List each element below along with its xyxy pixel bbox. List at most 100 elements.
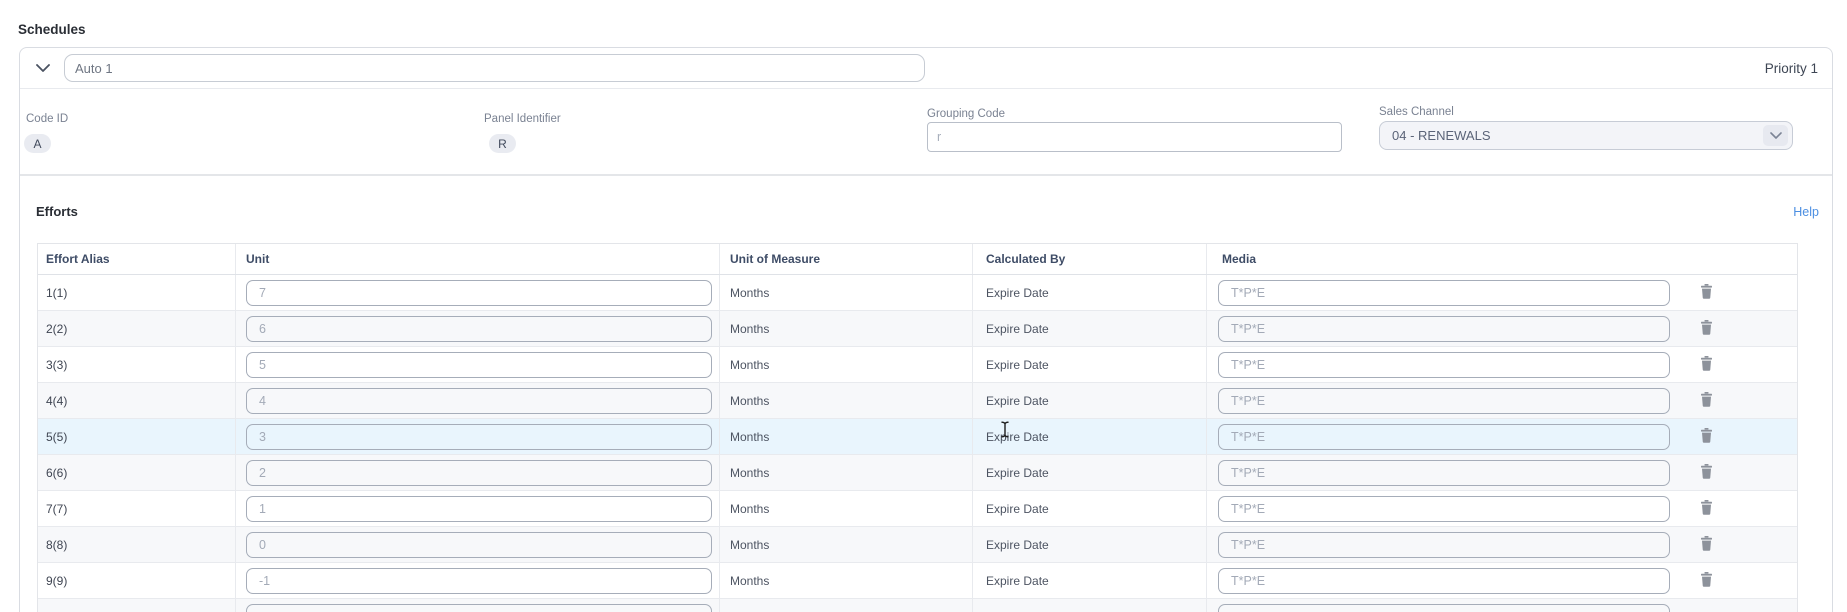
panel-identifier-badge: R [489,134,516,153]
calculated-by-cell: Expire Date [973,275,1207,310]
code-id-label: Code ID [24,113,68,126]
trash-icon [1700,500,1713,518]
delete-row-button[interactable] [1700,356,1713,374]
table-row: 6(6) Months Expire Date [38,455,1797,491]
effort-alias-cell: 8(8) [38,527,236,562]
media-input[interactable] [1218,316,1670,342]
media-cell [1207,455,1799,490]
calculated-by-cell: Expire Date [973,455,1207,490]
column-header-effort-alias: Effort Alias [38,244,236,274]
table-row: 4(4) Months Expire Date [38,383,1797,419]
media-cell [1207,275,1799,310]
delete-row-button[interactable] [1700,320,1713,338]
effort-alias-cell: 9(9) [38,563,236,598]
media-input[interactable] [1218,280,1670,306]
help-link[interactable]: Help [1793,205,1819,219]
delete-row-button[interactable] [1700,392,1713,410]
sales-channel-select[interactable]: 04 - RENEWALS [1379,121,1793,150]
media-input[interactable] [1218,352,1670,378]
unit-of-measure-cell: Months [720,491,973,526]
media-input[interactable] [1218,604,1670,612]
effort-alias-cell [38,599,236,612]
schedule-name-input[interactable] [64,54,925,82]
trash-icon [1700,428,1713,446]
unit-input[interactable] [246,496,712,522]
media-cell [1207,563,1799,598]
unit-input[interactable] [246,424,712,450]
grouping-code-input[interactable] [927,122,1342,152]
delete-row-button[interactable] [1700,500,1713,518]
schedule-fields: Code ID A Panel Identifier R Grouping Co… [20,89,1832,174]
sales-channel-label: Sales Channel [1379,106,1793,119]
unit-of-measure-cell: Months [720,383,973,418]
unit-cell [236,527,720,562]
code-id-field: Code ID A [24,113,68,153]
unit-cell [236,563,720,598]
trash-icon [1700,356,1713,374]
delete-row-button[interactable] [1700,572,1713,590]
column-header-media: Media [1207,244,1799,274]
media-input[interactable] [1218,424,1670,450]
media-cell [1207,419,1799,454]
media-input[interactable] [1218,532,1670,558]
media-input[interactable] [1218,568,1670,594]
unit-cell [236,455,720,490]
media-cell [1207,347,1799,382]
chevron-down-icon [1763,125,1788,146]
unit-cell [236,311,720,346]
calculated-by-cell: Expire Date [973,311,1207,346]
delete-row-button[interactable] [1700,464,1713,482]
calculated-by-cell: Expire Date [973,383,1207,418]
media-input[interactable] [1218,496,1670,522]
efforts-table-body: 1(1) Months Expire Date 2(2) Months [38,275,1797,612]
unit-input[interactable] [246,352,712,378]
unit-of-measure-cell: Months [720,455,973,490]
unit-cell [236,491,720,526]
table-row: 1(1) Months Expire Date [38,275,1797,311]
media-cell [1207,311,1799,346]
unit-cell [236,599,720,612]
table-row [38,599,1797,612]
unit-of-measure-cell [720,599,973,612]
text-ibeam-cursor [1000,421,1010,443]
chevron-down-icon [36,61,50,76]
effort-alias-cell: 7(7) [38,491,236,526]
media-input[interactable] [1218,388,1670,414]
section-divider [20,174,1832,176]
unit-cell [236,275,720,310]
unit-input[interactable] [246,604,712,612]
column-header-unit-of-measure: Unit of Measure [720,244,973,274]
effort-alias-cell: 5(5) [38,419,236,454]
unit-of-measure-cell: Months [720,275,973,310]
unit-input[interactable] [246,388,712,414]
media-cell [1207,527,1799,562]
efforts-title: Efforts [36,204,78,219]
efforts-table-header-row: Effort Alias Unit Unit of Measure Calcul… [38,244,1797,275]
effort-alias-cell: 2(2) [38,311,236,346]
calculated-by-cell: Expire Date [973,491,1207,526]
media-input[interactable] [1218,460,1670,486]
collapse-toggle-button[interactable] [30,55,56,81]
table-row: 2(2) Months Expire Date [38,311,1797,347]
calculated-by-cell [973,599,1207,612]
unit-of-measure-cell: Months [720,563,973,598]
table-row: 7(7) Months Expire Date [38,491,1797,527]
schedule-card-header: Priority 1 [20,48,1832,89]
delete-row-button[interactable] [1700,428,1713,446]
unit-input[interactable] [246,532,712,558]
effort-alias-cell: 3(3) [38,347,236,382]
delete-row-button[interactable] [1700,284,1713,302]
delete-row-button[interactable] [1700,536,1713,554]
table-row: 9(9) Months Expire Date [38,563,1797,599]
unit-of-measure-cell: Months [720,311,973,346]
unit-input[interactable] [246,280,712,306]
trash-icon [1700,284,1713,302]
schedule-card: Priority 1 Code ID A Panel Identifier R … [19,47,1833,612]
unit-input[interactable] [246,316,712,342]
calculated-by-cell: Expire Date [973,527,1207,562]
column-header-calculated-by: Calculated By [973,244,1207,274]
trash-icon [1700,320,1713,338]
unit-input[interactable] [246,568,712,594]
unit-input[interactable] [246,460,712,486]
trash-icon [1700,392,1713,410]
